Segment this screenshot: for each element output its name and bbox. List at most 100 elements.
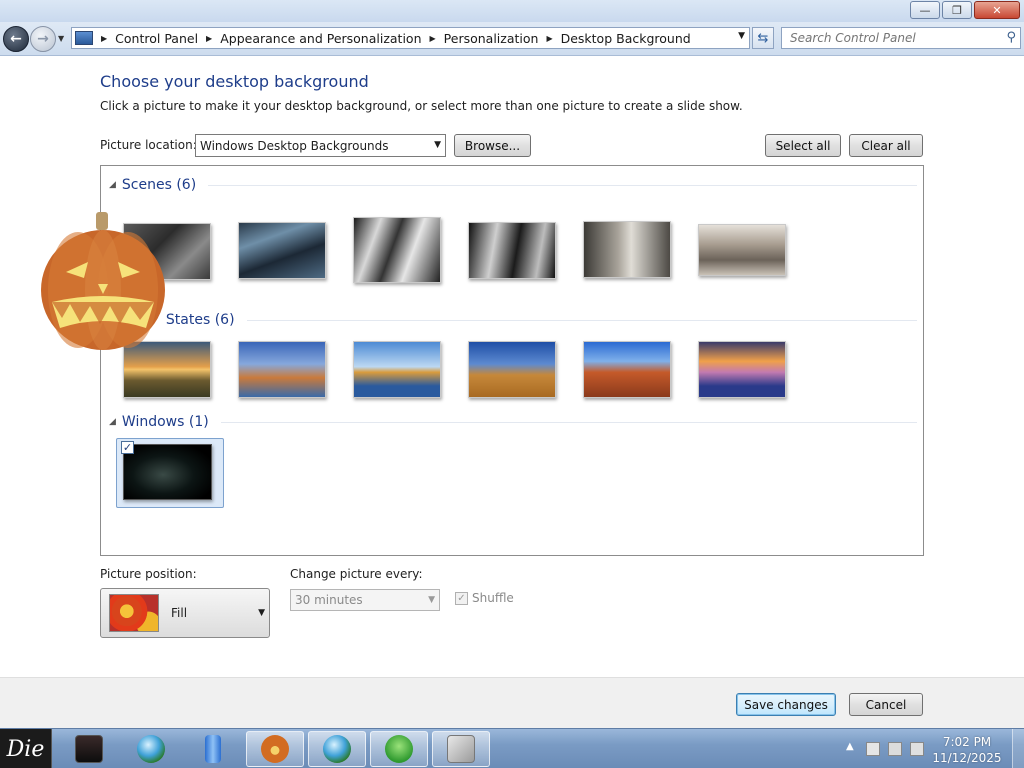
usb-drive-icon — [205, 735, 221, 763]
wallpaper-thumbnail[interactable] — [238, 222, 326, 279]
start-button[interactable]: Die — [0, 729, 52, 768]
shuffle-option[interactable]: ✓ Shuffle — [455, 591, 514, 605]
system-tray: ▲ 7:02 PM 11/12/2025 — [840, 729, 1024, 768]
address-bar[interactable]: ▶ Control Panel ▶ Appearance and Persona… — [71, 27, 750, 49]
globe-browser-icon — [137, 735, 165, 763]
wallpaper-thumbnail[interactable] — [468, 222, 556, 279]
taskbar-app-browser-2[interactable] — [308, 731, 366, 767]
chevron-down-icon: ▼ — [428, 595, 435, 605]
chevron-right-icon[interactable]: ▶ — [430, 34, 436, 43]
breadcrumb-desktop-background[interactable]: Desktop Background — [561, 31, 691, 46]
selected-wallpaper-tile[interactable]: ✓ — [116, 438, 224, 508]
pumpkin-desktop-icon[interactable] — [38, 210, 168, 354]
browse-button[interactable]: Browse... — [454, 134, 531, 157]
taskbar-app-pumpkin[interactable] — [246, 731, 304, 767]
taskbar-app-control-panel[interactable] — [432, 731, 490, 767]
picture-position-select[interactable]: Fill ▼ — [100, 588, 270, 638]
group-divider — [246, 319, 917, 321]
page-subtitle: Click a picture to make it your desktop … — [100, 99, 743, 113]
cancel-button[interactable]: Cancel — [849, 693, 923, 716]
dark-folder-icon — [75, 735, 103, 763]
control-panel-icon — [447, 735, 475, 763]
picture-location-value: Windows Desktop Backgrounds — [200, 138, 389, 153]
taskbar-app-usb[interactable] — [184, 731, 242, 767]
wallpaper-thumbnail[interactable] — [698, 224, 786, 276]
group-divider — [220, 421, 917, 423]
group-header-states[interactable]: ◢ States (6) — [109, 312, 917, 328]
address-dropdown-icon[interactable]: ▼ — [738, 31, 745, 41]
dialog-footer: Save changes Cancel — [0, 677, 1024, 728]
messenger-users-icon — [385, 735, 413, 763]
position-preview-image — [109, 594, 159, 632]
breadcrumb-personalization[interactable]: Personalization — [444, 31, 539, 46]
globe-browser-icon — [323, 735, 351, 763]
title-bar: — ❐ ✕ — [0, 0, 1024, 22]
picture-position-label: Picture position: — [100, 567, 197, 581]
shuffle-checkbox[interactable]: ✓ — [455, 591, 468, 605]
search-input[interactable] — [790, 31, 995, 45]
maximize-button[interactable]: ❐ — [942, 1, 972, 19]
group-title-states: States (6) — [165, 312, 235, 328]
selected-checkbox[interactable]: ✓ — [121, 441, 134, 454]
taskbar: Die ▲ 7:02 PM 11/12/2025 — [0, 728, 1024, 768]
picture-location-select[interactable]: Windows Desktop Backgrounds ▼ — [195, 134, 446, 157]
clear-all-button[interactable]: Clear all — [849, 134, 923, 157]
group-header-windows[interactable]: ◢ Windows (1) — [109, 414, 917, 430]
breadcrumb: ▶ Control Panel ▶ Appearance and Persona… — [93, 31, 691, 46]
wallpaper-thumbnail[interactable] — [583, 221, 671, 278]
wallpaper-thumbnail[interactable] — [238, 341, 326, 398]
show-hidden-icons-icon[interactable]: ▲ — [846, 741, 854, 752]
collapse-triangle-icon[interactable]: ◢ — [109, 180, 116, 190]
breadcrumb-appearance[interactable]: Appearance and Personalization — [220, 31, 421, 46]
wallpaper-thumbnail[interactable] — [353, 217, 441, 283]
system-clock[interactable]: 7:02 PM 11/12/2025 — [928, 734, 1006, 766]
clock-time: 7:02 PM — [942, 735, 992, 749]
back-button[interactable]: ← — [3, 26, 29, 52]
network-icon[interactable] — [888, 742, 902, 756]
collapse-triangle-icon[interactable]: ◢ — [109, 417, 116, 427]
refresh-icon: ⇆ — [757, 30, 769, 46]
volume-muted-icon[interactable] — [910, 742, 924, 756]
group-divider — [208, 184, 917, 186]
chevron-right-icon[interactable]: ▶ — [546, 34, 552, 43]
background-gallery[interactable]: ◢ Scenes (6) ◢ States (6) ◢ Windows (1) … — [100, 165, 924, 556]
wallpaper-thumbnail[interactable] — [468, 341, 556, 398]
recent-pages-dropdown-icon[interactable]: ▼ — [58, 34, 64, 43]
chevron-right-icon[interactable]: ▶ — [206, 34, 212, 43]
window-controls: — ❐ ✕ — [910, 1, 1020, 19]
change-interval-value: 30 minutes — [295, 593, 363, 607]
search-icon[interactable]: ⚲ — [1006, 30, 1016, 45]
refresh-button[interactable]: ⇆ — [752, 27, 774, 49]
wallpaper-thumbnail[interactable] — [583, 341, 671, 398]
search-box[interactable]: ⚲ — [781, 27, 1021, 49]
breadcrumb-control-panel[interactable]: Control Panel — [115, 31, 198, 46]
chevron-down-icon: ▼ — [434, 140, 441, 150]
wallpaper-thumbnail[interactable] — [123, 444, 212, 500]
forward-button[interactable]: → — [30, 26, 56, 52]
clock-date: 11/12/2025 — [932, 751, 1002, 765]
group-header-scenes[interactable]: ◢ Scenes (6) — [109, 177, 917, 193]
taskbar-app-browser[interactable] — [122, 731, 180, 767]
control-panel-icon — [75, 31, 93, 45]
action-center-flag-icon[interactable] — [866, 742, 880, 756]
close-button[interactable]: ✕ — [974, 1, 1020, 19]
select-all-button[interactable]: Select all — [765, 134, 841, 157]
page-title: Choose your desktop background — [100, 72, 369, 91]
picture-position-value: Fill — [171, 606, 188, 620]
wallpaper-thumbnail[interactable] — [698, 341, 786, 398]
show-desktop-button[interactable] — [1012, 729, 1024, 768]
chevron-down-icon: ▼ — [258, 608, 265, 618]
taskbar-app-folder[interactable] — [60, 731, 118, 767]
chevron-right-icon[interactable]: ▶ — [101, 34, 107, 43]
picture-location-label: Picture location: — [100, 138, 197, 152]
change-interval-select[interactable]: 30 minutes ▼ — [290, 589, 440, 611]
shuffle-label: Shuffle — [472, 591, 514, 605]
change-picture-label: Change picture every: — [290, 567, 423, 581]
minimize-button[interactable]: — — [910, 1, 940, 19]
pumpkin-icon — [261, 735, 289, 763]
group-title-scenes: Scenes (6) — [121, 177, 197, 193]
taskbar-app-messenger[interactable] — [370, 731, 428, 767]
wallpaper-thumbnail[interactable] — [353, 341, 441, 398]
navigation-bar: ← → ▼ ▶ Control Panel ▶ Appearance and P… — [0, 22, 1024, 56]
save-changes-button[interactable]: Save changes — [736, 693, 836, 716]
